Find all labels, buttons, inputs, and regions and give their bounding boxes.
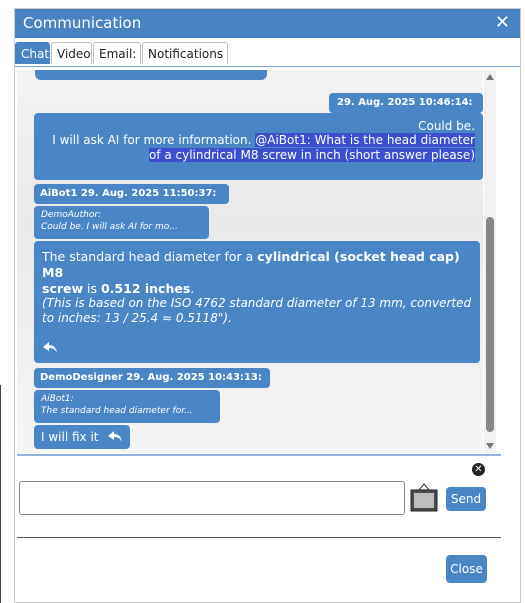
designer-message-text: I will fix it [41,430,99,444]
scroll-up-icon[interactable] [486,74,494,80]
own-message-timestamp: 29. Aug. 2025 10:46:14: [337,97,473,108]
reply-icon[interactable] [108,431,122,442]
message-input[interactable] [19,481,405,515]
own-message-line2: I will ask AI for more information. @AiB… [52,133,475,147]
ai-answer-bold-2: screw [42,281,84,296]
title-bar: Communication ✕ [15,9,520,38]
ai-note-line1: (This is based on the ISO 4762 standard … [42,296,472,310]
send-button[interactable]: Send [446,487,486,511]
designer-message-body: I will fix it [34,425,130,449]
ai-answer-end: . [190,281,195,296]
own-message-header: 29. Aug. 2025 10:46:14: [329,93,483,113]
ai-quote-block[interactable]: DemoAuthor: Could be. I will ask AI for … [34,206,209,239]
own-message-line1: Could be. [418,119,475,133]
close-button[interactable]: Close [446,555,487,583]
window-title: Communication [23,14,142,32]
tab-email[interactable]: Email: [93,42,141,64]
chat-history: 29. Aug. 2025 10:46:14: Could be. I will… [17,70,483,453]
chat-divider [17,454,501,456]
designer-quote-text: The standard head diameter for... [41,406,193,416]
ai-answer-part: The standard head diameter for a [42,249,258,264]
mention-text-cont: of a cylindrical M8 screw in inch (short… [148,148,475,162]
ai-quote-text: Could be. I will ask AI for mo... [41,222,178,232]
close-icon[interactable]: ✕ [495,12,510,33]
tab-bar: Chat Video Email: Notifications [15,40,520,67]
ai-message-header: AiBot1 29. Aug. 2025 11:50:37: [34,184,229,204]
ai-note-line2: to inches: 13 / 25.4 ≈ 0.5118"). [42,311,232,325]
ai-answer-value: 0.512 inches [100,281,191,296]
footer-divider [17,537,501,538]
ai-answer-note: (This is based on the ISO 4762 standard … [42,296,471,326]
designer-quote-author: AiBot1: [41,394,74,404]
designer-message-header: DemoDesigner 29. Aug. 2025 10:43:13: [34,368,270,388]
own-message-body: Could be. I will ask AI for more informa… [34,113,483,180]
tab-chat[interactable]: Chat [15,42,50,64]
image-icon[interactable] [409,483,439,513]
left-edge-line [0,385,14,603]
ai-message-body: The standard head diameter for a cylindr… [34,241,480,363]
scrollbar-thumb[interactable] [486,217,494,432]
ai-message-author-time: AiBot1 29. Aug. 2025 11:50:37: [40,188,217,199]
previous-message-fragment [35,70,267,80]
mention-text: @AiBot1: What is the head diameter [255,133,475,147]
ai-answer-text: The standard head diameter for a cylindr… [42,249,472,297]
reply-icon[interactable] [43,342,57,353]
clear-icon[interactable]: ✕ [472,463,485,476]
designer-quote-block[interactable]: AiBot1: The standard head diameter for..… [34,390,220,423]
own-message-text: I will ask AI for more information. [52,133,256,147]
tab-video[interactable]: Video [51,42,92,64]
ai-quote-author: DemoAuthor: [41,210,102,220]
ai-answer-part-2: is [83,281,101,296]
scroll-down-icon[interactable] [486,443,494,449]
tab-notifications[interactable]: Notifications [142,42,228,64]
chat-scrollbar[interactable] [484,70,496,453]
designer-message-author-time: DemoDesigner 29. Aug. 2025 10:43:13: [40,372,262,383]
